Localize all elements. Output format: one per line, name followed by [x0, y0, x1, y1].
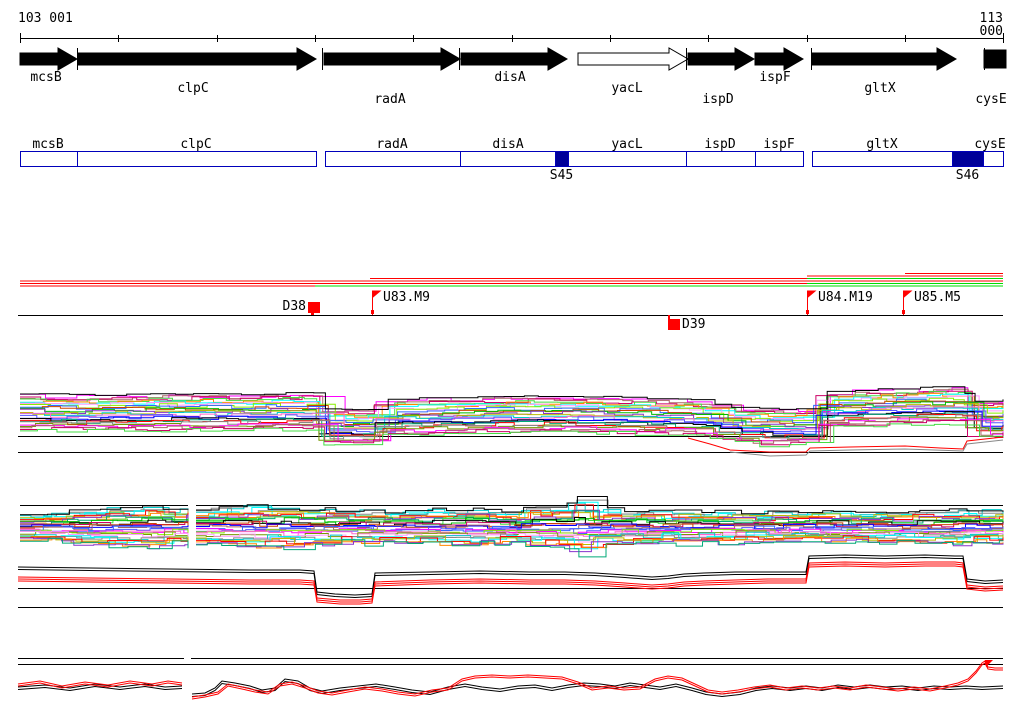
genome-browser-view: 103 001 113 000 mcsB clpC radA disA yacL ispD…: [0, 0, 1024, 714]
map-gene-label-gltX: gltX: [866, 137, 898, 152]
panelD-profile: [17, 685, 183, 692]
marker-label-D39: D39: [682, 317, 706, 332]
gene-label-ispF: ispF: [759, 70, 791, 85]
marker-flag-U85.M5[interactable]: [903, 290, 913, 299]
gene-label-mcsB: mcsB: [30, 70, 62, 85]
gene-label-ispD: ispD: [702, 92, 734, 107]
marker-flag-U83.M9[interactable]: [372, 290, 382, 299]
marker-flag-U84.M19[interactable]: [807, 290, 817, 299]
marker-label-U85.M5: U85.M5: [914, 290, 961, 305]
map-gene-label-yacL: yacL: [611, 137, 643, 152]
gene-arrow-disA[interactable]: [460, 47, 568, 71]
map-gene-label-clpC: clpC: [180, 137, 212, 152]
gene-arrow-clpC[interactable]: [77, 47, 317, 71]
gene-arrow-mcsB[interactable]: [19, 47, 78, 71]
map-gene-label-cysE: cysE: [974, 137, 1006, 152]
map-gene-label-radA: radA: [376, 137, 408, 152]
map-feature-S46[interactable]: [952, 151, 984, 167]
map-box[interactable]: [20, 151, 317, 167]
marker-notch-D38: [311, 313, 314, 315]
map-gene-label-ispD: ispD: [704, 137, 736, 152]
map-feature-label-S45: S45: [549, 168, 574, 183]
gene-rect-cysE[interactable]: [983, 49, 1007, 69]
map-gene-label-ispF: ispF: [763, 137, 795, 152]
gene-label-radA: radA: [374, 92, 406, 107]
tracks-graphic: [17, 33, 1007, 700]
marker-label-U83.M9: U83.M9: [383, 290, 430, 305]
map-gene-label-mcsB: mcsB: [32, 137, 64, 152]
marker-base-U83.M9: [371, 310, 374, 314]
map-gene-label-disA: disA: [492, 137, 524, 152]
gene-arrow-ispF[interactable]: [754, 47, 804, 71]
gene-arrow-gltX[interactable]: [811, 47, 957, 71]
marker-base-U85.M5: [902, 310, 905, 314]
marker-label-U84.M19: U84.M19: [818, 290, 873, 305]
marker-D39[interactable]: [668, 319, 680, 330]
gene-arrow-ispD[interactable]: [687, 47, 755, 71]
gene-label-yacL: yacL: [611, 81, 643, 96]
panelD-profile: [191, 662, 1003, 700]
panelA-extra: [729, 439, 1004, 457]
gene-arrow-radA[interactable]: [323, 47, 461, 71]
panelD-end-flag: [985, 660, 993, 667]
map-feature-S45[interactable]: [555, 151, 569, 167]
gene-arrow-yacL[interactable]: [577, 47, 689, 71]
panelC-profile: [17, 556, 1004, 599]
marker-base-U84.M19: [806, 310, 809, 314]
map-feature-label-S46: S46: [955, 168, 980, 183]
marker-D38[interactable]: [308, 302, 320, 313]
gene-label-cysE: cysE: [975, 92, 1007, 107]
marker-tick-D39: [668, 315, 670, 319]
marker-label-D38: D38: [282, 299, 306, 314]
gene-label-clpC: clpC: [177, 81, 209, 96]
gene-label-gltX: gltX: [864, 81, 896, 96]
gene-label-disA: disA: [494, 70, 526, 85]
